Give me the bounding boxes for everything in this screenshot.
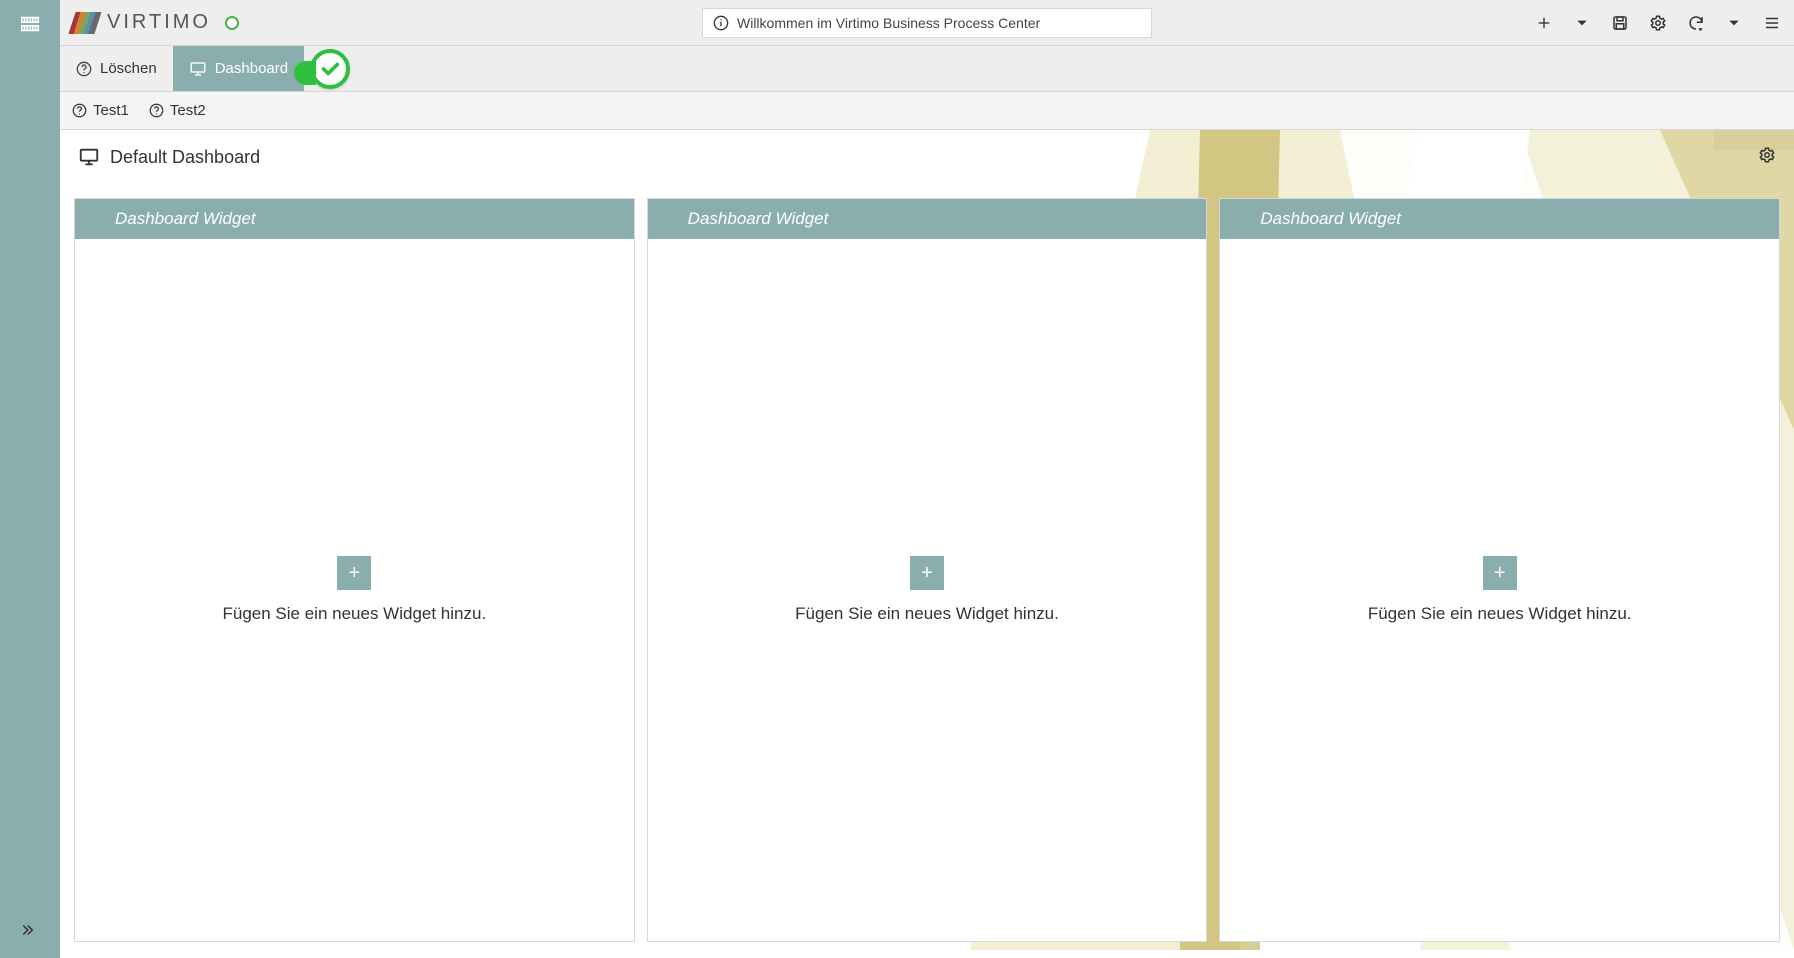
tab-dashboard[interactable]: Dashboard	[173, 46, 304, 91]
chevron-down-icon[interactable]	[1572, 13, 1592, 33]
widgets-row: Dashboard Widget + Fügen Sie ein neues W…	[60, 184, 1794, 958]
widget-panel: Dashboard Widget + Fügen Sie ein neues W…	[647, 198, 1208, 942]
plus-icon: +	[1494, 563, 1506, 583]
plus-icon: +	[921, 563, 933, 583]
help-icon	[72, 103, 87, 118]
menu-icon[interactable]	[1762, 13, 1782, 33]
left-rail	[0, 0, 60, 958]
logo-stripes-icon	[72, 12, 97, 34]
monitor-icon	[189, 60, 207, 78]
topbar: VIRTIMO Willkommen im Virtimo Business P…	[60, 0, 1794, 46]
tab-label: Dashboard	[215, 60, 288, 77]
status-indicator-icon	[225, 16, 239, 30]
dashboard-header: Default Dashboard	[60, 130, 1794, 184]
widget-empty-text: Fügen Sie ein neues Widget hinzu.	[1368, 604, 1632, 624]
info-icon	[713, 15, 729, 31]
gear-icon	[1758, 146, 1776, 164]
content-area: Default Dashboard Dashboard Widget + Füg…	[60, 130, 1794, 958]
subtab-test1[interactable]: Test1	[72, 102, 129, 119]
help-icon	[76, 61, 92, 77]
subtab-label: Test2	[170, 102, 206, 119]
widget-body: + Fügen Sie ein neues Widget hinzu.	[1220, 239, 1779, 941]
widget-empty-text: Fügen Sie ein neues Widget hinzu.	[795, 604, 1059, 624]
widget-body: + Fügen Sie ein neues Widget hinzu.	[648, 239, 1207, 941]
brand-name: VIRTIMO	[107, 11, 211, 34]
app-root: VIRTIMO Willkommen im Virtimo Business P…	[0, 0, 1794, 958]
widget-panel: Dashboard Widget + Fügen Sie ein neues W…	[1219, 198, 1780, 942]
search-text: Willkommen im Virtimo Business Process C…	[737, 15, 1040, 31]
secondary-tabs: Test1 Test2	[60, 92, 1794, 130]
widget-title: Dashboard Widget	[75, 199, 634, 239]
tab-loeschen[interactable]: Löschen	[60, 46, 173, 91]
brand-logo: VIRTIMO	[72, 11, 239, 34]
widget-body: + Fügen Sie ein neues Widget hinzu.	[75, 239, 634, 941]
save-icon[interactable]	[1610, 13, 1630, 33]
widget-panel: Dashboard Widget + Fügen Sie ein neues W…	[74, 198, 635, 942]
topbar-actions	[1534, 13, 1782, 33]
dashboard-title: Default Dashboard	[110, 147, 260, 168]
widget-title: Dashboard Widget	[648, 199, 1207, 239]
gear-icon[interactable]	[1648, 13, 1668, 33]
search-bar[interactable]: Willkommen im Virtimo Business Process C…	[702, 8, 1152, 38]
add-icon[interactable]	[1534, 13, 1554, 33]
main-column: VIRTIMO Willkommen im Virtimo Business P…	[60, 0, 1794, 958]
add-widget-button[interactable]: +	[910, 556, 944, 590]
dashboard-settings-button[interactable]	[1758, 146, 1776, 169]
rail-menu-icon[interactable]	[16, 10, 44, 38]
success-badge-icon	[310, 49, 350, 89]
plus-icon: +	[348, 563, 360, 583]
subtab-label: Test1	[93, 102, 129, 119]
subtab-test2[interactable]: Test2	[149, 102, 206, 119]
primary-tabs: Löschen Dashboard	[60, 46, 1794, 92]
help-icon	[149, 103, 164, 118]
widget-empty-text: Fügen Sie ein neues Widget hinzu.	[223, 604, 487, 624]
add-widget-button[interactable]: +	[337, 556, 371, 590]
chevron-down-icon-2[interactable]	[1724, 13, 1744, 33]
widget-title: Dashboard Widget	[1220, 199, 1779, 239]
monitor-icon	[78, 146, 100, 168]
rail-expand-icon[interactable]	[16, 916, 44, 944]
add-widget-button[interactable]: +	[1483, 556, 1517, 590]
refresh-icon[interactable]	[1686, 13, 1706, 33]
tab-label: Löschen	[100, 60, 157, 77]
